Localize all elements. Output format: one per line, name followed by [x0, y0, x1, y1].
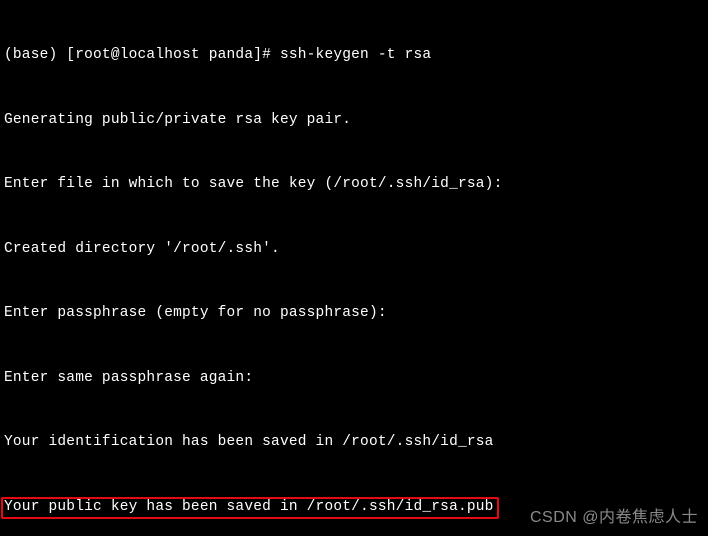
terminal-line: Enter file in which to save the key (/ro… — [4, 174, 708, 196]
terminal-line: Created directory '/root/.ssh'. — [4, 239, 708, 261]
terminal-line: Enter same passphrase again: — [4, 368, 708, 390]
terminal-output: (base) [root@localhost panda]# ssh-keyge… — [0, 0, 708, 536]
terminal-line: Your identification has been saved in /r… — [4, 432, 708, 454]
terminal-line: (base) [root@localhost panda]# ssh-keyge… — [4, 45, 708, 67]
terminal-line: Enter passphrase (empty for no passphras… — [4, 303, 708, 325]
terminal-line: Generating public/private rsa key pair. — [4, 110, 708, 132]
watermark: CSDN @内卷焦虑人士 — [530, 507, 698, 529]
